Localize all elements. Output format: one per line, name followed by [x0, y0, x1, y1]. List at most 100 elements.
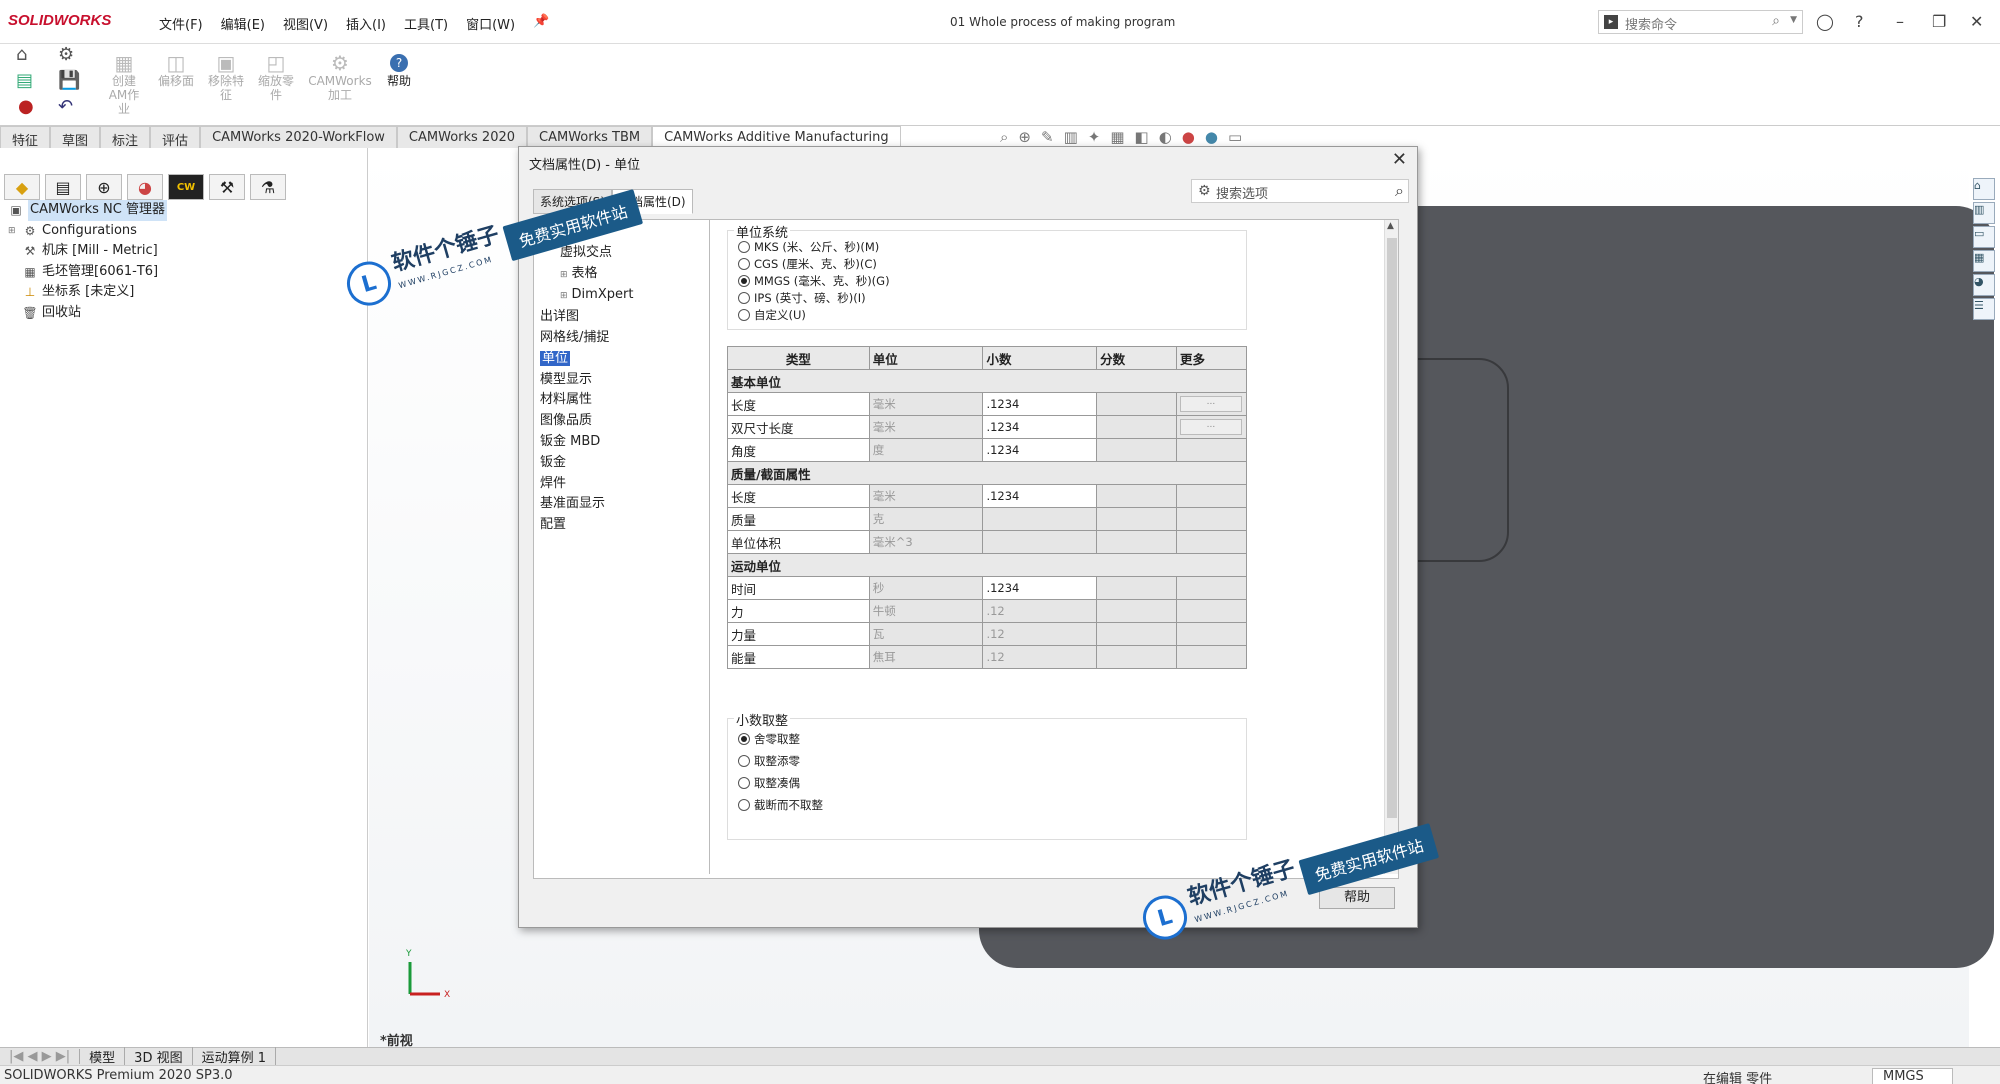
camworks-manager-tab[interactable]: CW [168, 174, 204, 200]
configuration-manager-tab[interactable]: ⊕ [86, 174, 122, 200]
menu-view[interactable]: 视图(V) [274, 14, 337, 33]
expand-icon[interactable]: ⊞ [560, 291, 568, 301]
tab-camworks-2020[interactable]: CAMWorks 2020 [396, 126, 528, 148]
option-item[interactable]: 基准面显示 [540, 494, 703, 515]
scene-icon[interactable]: ● [1205, 128, 1218, 146]
scroll-up-icon[interactable]: ▲ [1387, 221, 1394, 231]
expand-icon[interactable]: ⊞ [560, 270, 568, 280]
hide-show-icon[interactable]: ◐ [1159, 128, 1172, 146]
option-item[interactable]: ⊞ 表格 [540, 264, 703, 286]
search-icon[interactable]: ⌕ [1772, 13, 1780, 29]
cell-more[interactable]: ... [1175, 415, 1248, 439]
custom-properties-icon[interactable]: ☰ [1973, 298, 1995, 320]
unit-ips-radio[interactable]: IPS (英寸、磅、秒)(I) [738, 290, 866, 306]
unit-custom-radio[interactable]: 自定义(U) [738, 307, 806, 323]
menu-file[interactable]: 文件(F) [150, 14, 212, 33]
cell-more[interactable]: ... [1175, 392, 1248, 416]
option-item[interactable]: 图像品质 [540, 411, 703, 432]
close-icon[interactable]: ✕ [1392, 149, 1407, 170]
home-icon[interactable]: ⌂ [16, 44, 27, 65]
design-library-icon[interactable]: ▥ [1973, 202, 1995, 224]
cell-unit[interactable]: 秒 [868, 576, 984, 600]
unit-mks-radio[interactable]: MKS (米、公斤、秒)(M) [738, 239, 879, 255]
undo-icon[interactable]: ↶ [58, 96, 73, 117]
tree-item-coordinate-system[interactable]: ⊥ 坐标系 [未定义] [8, 282, 167, 303]
option-item[interactable]: 模型显示 [540, 370, 703, 391]
cell-decimals[interactable]: .1234 [982, 415, 1098, 439]
menu-insert[interactable]: 插入(I) [337, 14, 395, 33]
view-settings-icon[interactable]: ▭ [1228, 128, 1242, 146]
unit-system-selector[interactable]: MMGS [1872, 1068, 1953, 1084]
section-view-icon[interactable]: ▥ [1064, 128, 1078, 146]
tab-sketch[interactable]: 草图 [50, 126, 101, 149]
cell-unit[interactable]: 毫米 [868, 484, 984, 508]
create-am-job-button[interactable]: ▦ 创建AM作业 [106, 52, 142, 116]
more-button[interactable]: ... [1179, 419, 1242, 435]
menu-tools[interactable]: 工具(T) [395, 14, 457, 33]
rounding-truncate-radio[interactable]: 截断而不取整 [738, 797, 823, 813]
appearances-icon[interactable]: ◕ [1973, 274, 1995, 296]
save-icon[interactable]: 💾 [58, 70, 80, 91]
feature-manager-tab[interactable]: ◆ [4, 174, 40, 200]
option-item[interactable]: 钣金 [540, 453, 703, 474]
rebuild-icon[interactable]: ● [18, 96, 34, 117]
cell-unit[interactable]: 克 [868, 507, 984, 531]
menu-window[interactable]: 窗口(W) [457, 14, 524, 33]
tab-model[interactable]: 模型 [80, 1047, 126, 1066]
zoom-area-icon[interactable]: ⊕ [1018, 128, 1031, 146]
offset-face-button[interactable]: ◫ 偏移面 [154, 52, 198, 88]
gear-icon[interactable]: ⚙ [58, 44, 74, 65]
tab-motion-study[interactable]: 运动算例 1 [193, 1047, 276, 1066]
option-item[interactable]: 网格线/捕捉 [540, 328, 703, 349]
tree-item-configurations[interactable]: ⊞ ⚙ Configurations [8, 221, 167, 242]
appearance-icon[interactable]: ● [1182, 128, 1195, 146]
tab-markup[interactable]: 标注 [100, 126, 151, 149]
tab-evaluate[interactable]: 评估 [150, 126, 201, 149]
tree-item-recycle-bin[interactable]: 🗑 回收站 [8, 303, 167, 324]
tab-3d-view[interactable]: 3D 视图 [125, 1047, 193, 1066]
command-search-input[interactable]: ▸ 搜索命令 ⌕ ▼ [1598, 10, 1803, 34]
unit-cgs-radio[interactable]: CGS (厘米、克、秒)(C) [738, 256, 877, 272]
camworks-tool-tab[interactable]: ⚗ [250, 174, 286, 200]
tab-features[interactable]: 特征 [0, 126, 51, 149]
tree-item-stock[interactable]: ▦ 毛坯管理[6061-T6] [8, 262, 167, 283]
home-icon[interactable]: ⌂ [1973, 178, 1995, 200]
option-item[interactable]: 配置 [540, 515, 703, 536]
option-item[interactable]: 钣金 MBD [540, 432, 703, 453]
cell-unit[interactable]: 焦耳 [868, 645, 984, 669]
option-item[interactable]: 材料属性 [540, 390, 703, 411]
scroll-thumb[interactable] [1387, 238, 1397, 818]
cell-decimals[interactable]: .1234 [982, 484, 1098, 508]
cell-decimals[interactable]: .12 [982, 599, 1098, 623]
display-style-icon[interactable]: ◧ [1135, 128, 1149, 146]
unit-mmgs-radio[interactable]: MMGS (毫米、克、秒)(G) [738, 273, 890, 289]
view-orientation-icon[interactable]: ▦ [1110, 128, 1124, 146]
help-button[interactable]: ? 帮助 [382, 54, 416, 88]
more-button[interactable]: ... [1179, 396, 1242, 412]
search-icon[interactable]: ⌕ [1395, 181, 1404, 201]
option-item[interactable]: 单位 [540, 349, 703, 370]
options-search-input[interactable]: ⚙ 搜索选项 ⌕ [1191, 179, 1409, 203]
cell-unit[interactable]: 瓦 [868, 622, 984, 646]
cell-decimals[interactable] [982, 530, 1098, 554]
pin-icon[interactable]: 📌 [524, 14, 558, 33]
zoom-to-fit-icon[interactable]: ⌕ [1000, 128, 1008, 146]
help-circle-icon[interactable]: ? [1855, 12, 1864, 31]
cell-unit[interactable]: 毫米 [868, 392, 984, 416]
view-palette-icon[interactable]: ▦ [1973, 250, 1995, 272]
option-item[interactable]: 焊件 [540, 474, 703, 495]
tab-camworks-tbm[interactable]: CAMWorks TBM [527, 126, 653, 148]
cell-decimals[interactable]: .1234 [982, 576, 1098, 600]
cell-unit[interactable]: 毫米^3 [868, 530, 984, 554]
cell-unit[interactable]: 毫米 [868, 415, 984, 439]
camworks-operation-tab[interactable]: ⚒ [209, 174, 245, 200]
property-manager-tab[interactable]: ▤ [45, 174, 81, 200]
restore-icon[interactable]: ❐ [1932, 12, 1946, 31]
option-item[interactable]: ⊞ DimXpert [540, 285, 703, 307]
tab-camworks-workflow[interactable]: CAMWorks 2020-WorkFlow [200, 126, 397, 148]
rounding-half-even-radio[interactable]: 取整凑偶 [738, 775, 800, 791]
rounding-half-up-radio[interactable]: 取整添零 [738, 753, 800, 769]
menu-edit[interactable]: 编辑(E) [212, 14, 274, 33]
tree-item-machine[interactable]: ⚒ 机床 [Mill - Metric] [8, 241, 167, 262]
tree-root[interactable]: ▣ CAMWorks NC 管理器 [8, 200, 167, 221]
